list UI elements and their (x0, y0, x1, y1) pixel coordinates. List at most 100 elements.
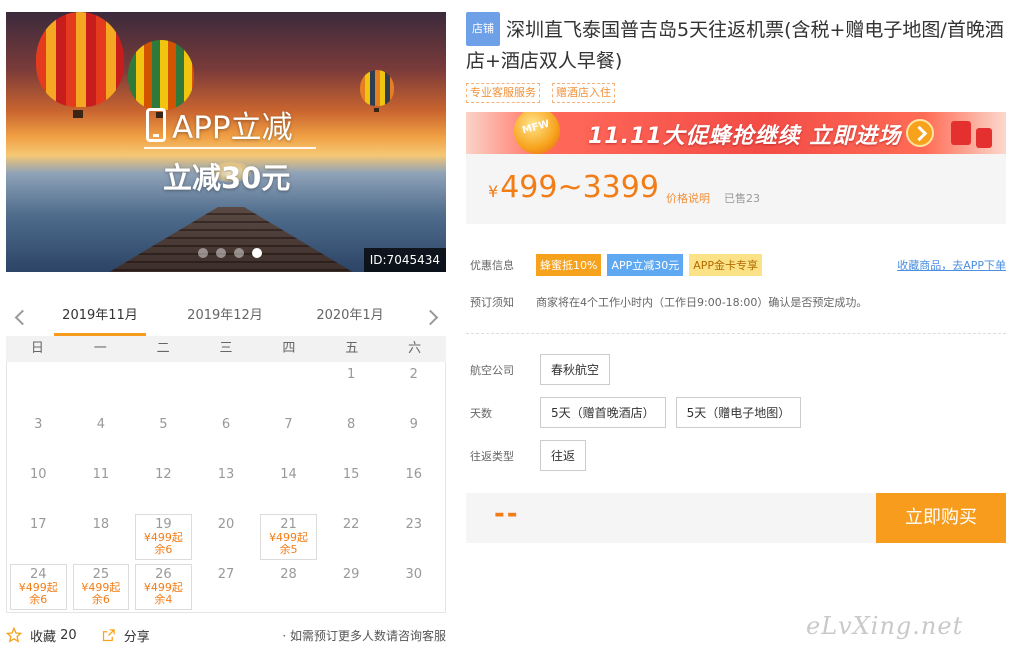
share-icon (102, 628, 115, 641)
day-number: 26 (155, 567, 172, 582)
product-id-badge: ID:7045434 (363, 248, 446, 272)
product-title-text: 深圳直飞泰国普吉岛5天往返机票(含税+赠电子地图/首晚酒店+酒店双人早餐) (466, 19, 1004, 72)
buy-now-button[interactable]: 立即购买 (876, 493, 1006, 543)
day-number: 24 (30, 567, 47, 582)
day-remaining: 余6 (91, 593, 110, 606)
month-tab-1[interactable]: 2019年11月 (54, 298, 146, 336)
airline-label: 航空公司 (470, 363, 514, 377)
calendar-day: 29 (342, 567, 360, 582)
day-remaining: 余5 (279, 543, 298, 556)
service-tag: 专业客服服务 (466, 83, 540, 103)
month-nav: 2019年11月 2019年12月 2020年1月 (6, 298, 446, 336)
calendar-day: 2 (409, 367, 418, 382)
favorite-count: 20 (60, 627, 77, 643)
hot-air-balloon-image (128, 40, 194, 110)
share-button[interactable]: 分享 (101, 626, 150, 645)
calendar-day: 11 (92, 467, 110, 482)
day-number: 25 (92, 567, 110, 582)
calendar-day: 28 (280, 567, 297, 582)
days-row: 天数 5天（赠首晚酒店） 5天（赠电子地图） (466, 397, 1006, 428)
calendar-grid: 1 2 3 4 5 6 7 8 9 10 11 12 13 14 15 16 17 18 19 ¥499起 余6 20 21… (6, 362, 446, 613)
discount-label: 立减30元 (163, 161, 291, 195)
carousel-dots (198, 248, 262, 258)
weekday-label: 三 (219, 341, 233, 356)
coupon-badge[interactable]: 蜂蜜抵10% (536, 254, 602, 276)
calendar-day: 12 (155, 467, 172, 482)
calendar-day: 14 (280, 467, 297, 482)
hero-banner[interactable]: APP立减 立减30元 ID:7045434 (6, 12, 446, 272)
share-label: 分享 (123, 629, 150, 645)
next-month-button[interactable] (422, 307, 442, 327)
promo-banner[interactable]: 11.11大促蜂抢继续 立即进场 (466, 112, 1006, 154)
calendar-day-available[interactable]: 19 ¥499起 余6 (135, 514, 192, 560)
month-tab-3[interactable]: 2020年1月 (304, 298, 396, 336)
booking-text: 商家将在4个工作小时内（工作日9:00-18:00）确认是否预定成功。 (536, 296, 868, 309)
selection-placeholder: -- (494, 499, 520, 529)
calendar-day: 15 (342, 467, 360, 482)
chevron-right-icon (422, 309, 438, 325)
days-option[interactable]: 5天（赠首晚酒店） (540, 397, 666, 428)
calendar-day-available[interactable]: 24 ¥499起 余6 (10, 564, 67, 610)
weekday-label: 六 (408, 341, 422, 356)
coupon-badge[interactable]: APP立减30元 (607, 254, 684, 276)
calendar-day-available[interactable]: 25 ¥499起 余6 (72, 564, 130, 610)
month-tab-2[interactable]: 2019年12月 (179, 298, 271, 336)
calendar-day: 9 (409, 417, 418, 432)
calendar-empty-cell (257, 362, 320, 412)
hero-divider (144, 147, 316, 149)
sold-count: 已售23 (724, 192, 760, 205)
calendar-day: 8 (346, 417, 356, 432)
coupon-badge[interactable]: APP金卡专享 (689, 254, 763, 276)
calendar-day-available[interactable]: 26 ¥499起 余4 (135, 564, 192, 610)
calendar-day: 13 (217, 467, 235, 482)
day-remaining: 余6 (154, 543, 173, 556)
airline-option[interactable]: 春秋航空 (540, 354, 611, 385)
app-discount-headline: APP立减 (146, 102, 293, 147)
section-divider (466, 333, 1006, 334)
pier-planks (101, 207, 361, 272)
calendar-day: 1 (346, 367, 356, 382)
day-remaining: 余6 (29, 593, 48, 606)
calendar-empty-cell (195, 362, 258, 412)
favorite-button[interactable]: 收藏 20 (6, 626, 77, 645)
purchase-bar: -- 立即购买 (466, 493, 1006, 543)
price-note-link[interactable]: 价格说明 (666, 190, 710, 206)
calendar-day: 20 (217, 517, 235, 532)
days-label: 天数 (470, 406, 492, 420)
calendar-footer: 收藏 20 分享 · 如需预订更多人数请咨询客服 (6, 620, 446, 650)
calendar-empty-cell (7, 362, 70, 412)
price-range: ¥499~3399 (488, 170, 659, 205)
weekday-label: 四 (282, 341, 296, 356)
calendar-day: 3 (34, 417, 43, 432)
carousel-dot-active[interactable] (252, 248, 262, 258)
day-remaining: 余4 (154, 593, 173, 606)
calendar-day: 7 (284, 417, 293, 432)
weekday-label: 二 (156, 341, 170, 356)
product-title: 店铺 深圳直飞泰国普吉岛5天往返机票(含税+赠电子地图/首晚酒店+酒店双人早餐) (466, 12, 1004, 72)
red-envelope-icon (951, 121, 971, 145)
days-option[interactable]: 5天（赠电子地图） (675, 397, 802, 428)
calendar-day-available[interactable]: 21 ¥499起 余5 (260, 514, 317, 560)
carousel-dot[interactable] (234, 248, 244, 258)
product-title-block: 店铺 深圳直飞泰国普吉岛5天往返机票(含税+赠电子地图/首晚酒店+酒店双人早餐) (466, 12, 1006, 76)
service-tag: 赠酒店入住 (552, 83, 615, 103)
favorite-app-link[interactable]: 收藏商品，去APP下单 (897, 257, 1006, 273)
calendar-day: 17 (30, 517, 47, 532)
carousel-dot[interactable] (198, 248, 208, 258)
currency-symbol: ¥ (488, 182, 499, 201)
calendar-day: 16 (405, 467, 422, 482)
carousel-dot[interactable] (216, 248, 226, 258)
date-calendar: 2019年11月 2019年12月 2020年1月 日 一 二 三 四 五 六 … (6, 298, 446, 613)
prev-month-button[interactable] (10, 307, 30, 327)
store-badge[interactable]: 店铺 (466, 12, 500, 46)
calendar-empty-cell (70, 362, 133, 412)
arrow-right-icon (906, 119, 934, 147)
calendar-day: 10 (30, 467, 47, 482)
group-booking-note: · 如需预订更多人数请咨询客服 (282, 628, 446, 643)
mfw-balloon-logo (514, 112, 560, 154)
service-tags: 专业客服服务 赠酒店入住 (466, 83, 615, 103)
booking-label: 预订须知 (470, 296, 514, 309)
hot-air-balloon-image (36, 12, 124, 107)
airline-row: 航空公司 春秋航空 (466, 354, 1006, 385)
trip-type-option[interactable]: 往返 (540, 440, 587, 471)
